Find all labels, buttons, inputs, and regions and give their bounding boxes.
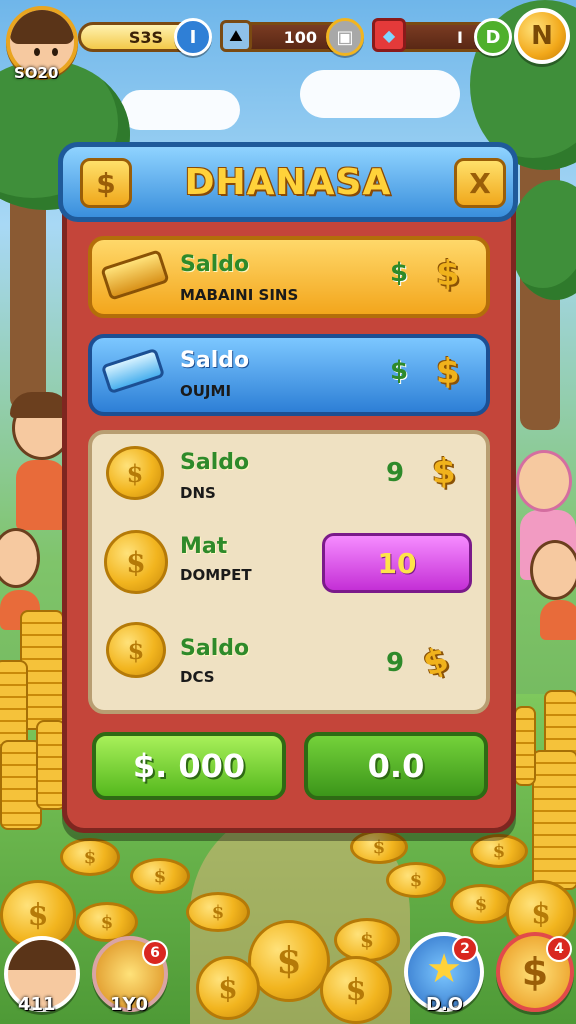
coin-reward-badge: 4 [546, 936, 572, 962]
wallet-dollar-button[interactable]: $ [80, 158, 132, 208]
item-title: Saldo [180, 450, 250, 475]
map-icon[interactable]: ⛰ [220, 20, 252, 52]
row-subtitle: MABAINI SINS [180, 286, 299, 304]
item-subtitle: DCS [180, 668, 215, 686]
row-title: Saldo [180, 348, 250, 373]
player-level-label: SO20 [14, 64, 59, 82]
item-subtitle: DOMPET [180, 566, 252, 584]
coin-icon: $ [104, 530, 168, 594]
profile-level-label: 411 [18, 994, 56, 1015]
row-subtitle: OUJMI [180, 382, 232, 400]
notifications-button[interactable]: N [514, 8, 570, 64]
star-badge: 2 [452, 936, 478, 962]
item-title: Saldo [180, 636, 250, 661]
withdraw-button[interactable]: $. 000 [92, 732, 286, 800]
dollar-icon: $ [390, 258, 409, 288]
dollar-icon: $ [96, 166, 116, 200]
gem-balance-value: I [457, 27, 463, 47]
gem-add-button[interactable]: D [474, 18, 512, 56]
item-value: 9 [386, 648, 405, 678]
resource-balance-value: 100 [283, 27, 317, 47]
confirm-button[interactable]: 0.0 [304, 732, 488, 800]
coin-stack-icon: $ [106, 622, 166, 678]
dollar-icon: $ [390, 356, 409, 386]
coin-stack-icon: $ [106, 446, 164, 500]
coin-shop-label: 1Y0 [110, 994, 149, 1015]
gold-dollar-icon: $ [432, 452, 456, 492]
coin-balance-value: S3S [128, 27, 163, 47]
star-label: D.O [426, 994, 464, 1015]
row-title: Saldo [180, 252, 250, 277]
chest-icon[interactable]: ▣ [326, 18, 364, 56]
close-button[interactable]: X [454, 158, 506, 208]
gold-dollar-icon: $ [436, 254, 460, 294]
coin-balance-add-button[interactable]: I [174, 18, 212, 56]
close-icon: X [469, 166, 491, 200]
item-title: Mat [180, 534, 228, 559]
gem-icon[interactable]: ◆ [372, 18, 406, 52]
item-value: 9 [386, 458, 405, 488]
wallet-value-button[interactable]: 10 [322, 533, 472, 593]
coin-shop-badge: 6 [142, 940, 168, 966]
item-subtitle: DNS [180, 484, 216, 502]
gold-dollar-icon: $ [436, 352, 460, 392]
